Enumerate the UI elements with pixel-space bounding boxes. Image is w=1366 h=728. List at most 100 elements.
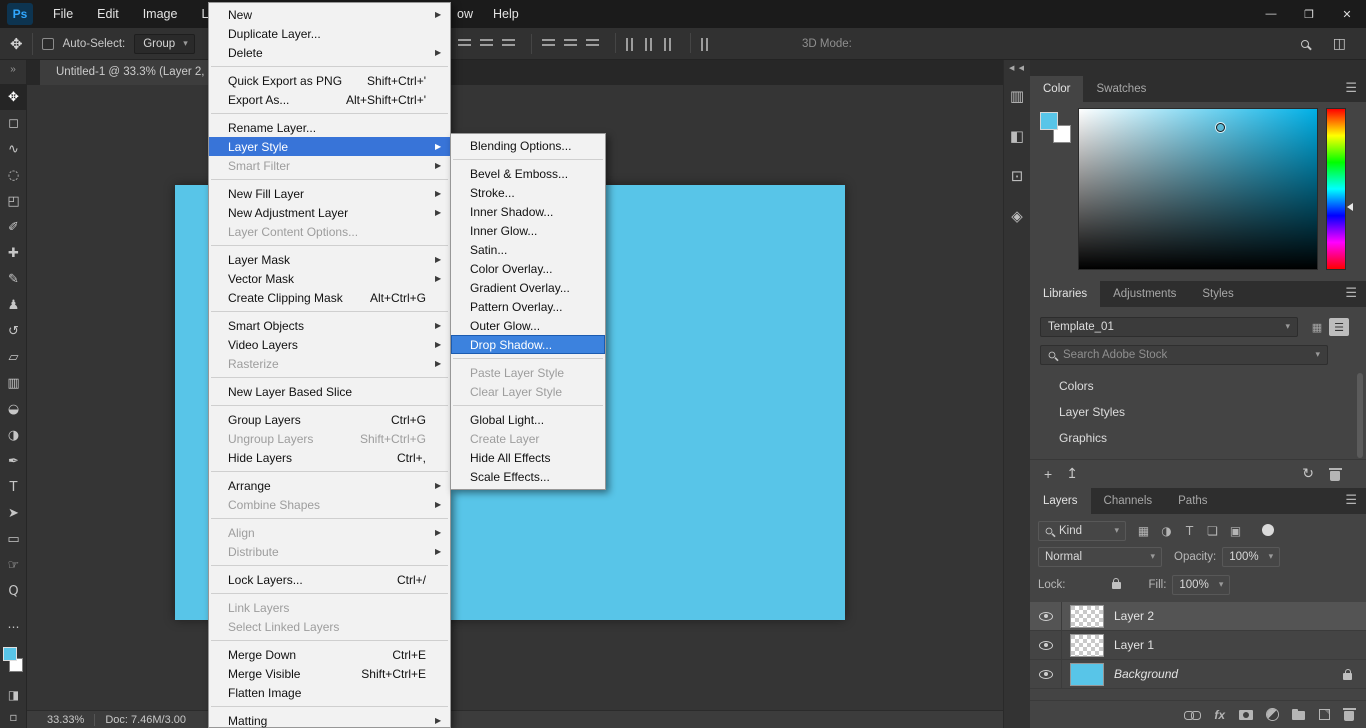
- align-top-icon[interactable]: [531, 34, 555, 54]
- menu-item[interactable]: Layer Mask ▶: [209, 250, 450, 269]
- rectangle-tool[interactable]: ▭: [0, 526, 27, 552]
- menu-item[interactable]: New Adjustment Layer ▶: [209, 203, 450, 222]
- menu-help[interactable]: Help: [483, 0, 529, 28]
- hue-slider[interactable]: [1326, 108, 1346, 270]
- panel-menu-icon[interactable]: ☰: [1345, 281, 1366, 307]
- document-tab[interactable]: Untitled-1 @ 33.3% (Layer 2, R: [40, 60, 232, 85]
- clone-stamp-tool[interactable]: ♟: [0, 292, 27, 318]
- menu-item[interactable]: Delete ▶: [209, 43, 450, 62]
- menu-item[interactable]: Smart Filter ▶: [209, 156, 450, 175]
- eraser-tool[interactable]: ▱: [0, 344, 27, 370]
- delete-layer-icon[interactable]: [1342, 708, 1356, 721]
- type-tool[interactable]: T: [0, 474, 27, 500]
- blur-tool[interactable]: ◒: [0, 396, 27, 422]
- color-picker-field[interactable]: [1078, 108, 1318, 270]
- align-vertical-center-icon[interactable]: [564, 39, 577, 49]
- menu-item[interactable]: Bevel & Emboss... ▶: [451, 164, 605, 183]
- foreground-color-swatch[interactable]: [1040, 112, 1058, 130]
- delete-icon[interactable]: [1328, 467, 1342, 481]
- distribute-top-icon[interactable]: [615, 32, 636, 53]
- add-layer-mask-icon[interactable]: [1239, 709, 1253, 720]
- menu-item[interactable]: Combine Shapes ▶: [209, 495, 450, 514]
- dodge-tool[interactable]: ◑: [0, 422, 27, 448]
- layer-thumbnail[interactable]: [1070, 604, 1104, 628]
- filtering-toggle[interactable]: [1262, 524, 1274, 536]
- menu-item[interactable]: Clear Layer Style ▶: [451, 382, 605, 401]
- layer-style-fx-button[interactable]: fx: [1214, 708, 1225, 722]
- path-selection-tool[interactable]: ➤: [0, 500, 27, 526]
- zoom-tool[interactable]: Q: [0, 578, 27, 604]
- add-item-icon[interactable]: +: [1044, 466, 1052, 482]
- menu-item[interactable]: New Fill Layer ▶: [209, 184, 450, 203]
- menu-item[interactable]: Paste Layer Style ▶: [451, 363, 605, 382]
- tab-styles[interactable]: Styles: [1189, 281, 1246, 307]
- menu-item[interactable]: Rename Layer... ▶: [209, 118, 450, 137]
- menu-item[interactable]: Create Clipping Mask Alt+Ctrl+G ▶: [209, 288, 450, 307]
- menu-item[interactable]: Arrange ▶: [209, 476, 450, 495]
- link-layers-icon[interactable]: [1184, 710, 1202, 720]
- menu-item[interactable]: Ungroup Layers Shift+Ctrl+G ▶: [209, 429, 450, 448]
- brush-tool[interactable]: ✎: [0, 266, 27, 292]
- Background[interactable]: Background: [1030, 659, 1366, 689]
- menu-item[interactable]: Group Layers Ctrl+G ▶: [209, 410, 450, 429]
- toolbar-collapse-icon[interactable]: »: [0, 60, 26, 78]
- menu-item[interactable]: Satin... ▶: [451, 240, 605, 259]
- histogram-panel-icon[interactable]: ▥: [1004, 76, 1030, 116]
- quick-mask-icon[interactable]: ◨: [0, 688, 27, 702]
- menu-item[interactable]: Link Layers ▶: [209, 598, 450, 617]
- menu-item[interactable]: Create Layer ▶: [451, 429, 605, 448]
- panel-menu-icon[interactable]: ☰: [1345, 488, 1366, 514]
- lock-all-icon[interactable]: [1111, 577, 1121, 589]
- search-input[interactable]: [1063, 349, 1309, 361]
- align-right-icon[interactable]: [502, 39, 515, 49]
- menu-item[interactable]: Lock Layers... Ctrl+/ ▶: [209, 570, 450, 589]
- section-graphics[interactable]: Graphics: [1030, 425, 1350, 451]
- menu-item[interactable]: Merge Visible Shift+Ctrl+E ▶: [209, 664, 450, 683]
- menu-item[interactable]: Align ▶: [209, 523, 450, 542]
- menu-item[interactable]: Blending Options... ▶: [451, 136, 605, 155]
- align-horizontal-center-icon[interactable]: [480, 39, 493, 49]
- menu-item[interactable]: Vector Mask ▶: [209, 269, 450, 288]
- layer-thumbnail[interactable]: [1070, 633, 1104, 657]
- filter-pixel-layers-icon[interactable]: ▦: [1132, 524, 1155, 538]
- history-brush-tool[interactable]: ↺: [0, 318, 27, 344]
- menu-item[interactable]: Layer Content Options... ▶: [209, 222, 450, 241]
- scrollbar-thumb[interactable]: [1357, 373, 1363, 458]
- move-tool[interactable]: ✥: [0, 84, 27, 110]
- visibility-toggle[interactable]: [1030, 659, 1062, 689]
- search-icon[interactable]: [1300, 39, 1309, 48]
- clone-source-panel-icon[interactable]: ⊡: [1004, 156, 1030, 196]
- distribute-gaps-icon[interactable]: [690, 32, 711, 53]
- foreground-color-swatch[interactable]: [3, 647, 17, 661]
- filter-shape-layers-icon[interactable]: ❏: [1201, 524, 1224, 538]
- tab-swatches[interactable]: Swatches: [1083, 76, 1159, 102]
- distribute-bottom-icon[interactable]: [664, 37, 674, 51]
- filter-smart-objects-icon[interactable]: ▣: [1224, 524, 1247, 538]
- tab-libraries[interactable]: Libraries: [1030, 281, 1101, 307]
- rectangular-marquee-tool[interactable]: ◻: [0, 110, 27, 136]
- menu-item[interactable]: Video Layers ▶: [209, 335, 450, 354]
- menu-item[interactable]: Drop Shadow... ▶: [451, 335, 605, 354]
- section-colors[interactable]: Colors: [1030, 373, 1350, 399]
- quick-selection-tool[interactable]: ◌: [0, 162, 27, 188]
- tab-adjustments[interactable]: Adjustments: [1100, 281, 1189, 307]
- eyedropper-tool[interactable]: ✐: [0, 214, 27, 240]
- menu-item[interactable]: New ▶: [209, 5, 450, 24]
- adjustment-layer-icon[interactable]: [1267, 709, 1278, 720]
- menu-item[interactable]: Gradient Overlay... ▶: [451, 278, 605, 297]
- healing-brush-tool[interactable]: ✚: [0, 240, 27, 266]
- restore-button[interactable]: ❐: [1290, 0, 1328, 28]
- blend-mode-dropdown[interactable]: Normal ▾: [1038, 547, 1162, 567]
- align-left-icon[interactable]: [458, 39, 471, 49]
- hand-tool[interactable]: ☞: [0, 552, 27, 578]
- menu-item[interactable]: Flatten Image ▶: [209, 683, 450, 702]
- menu-item[interactable]: Select Linked Layers ▶: [209, 617, 450, 636]
- grid-view-button[interactable]: ▦: [1307, 318, 1327, 336]
- adobe-stock-search[interactable]: ▾: [1040, 345, 1328, 365]
- filter-type-layers-icon[interactable]: T: [1178, 524, 1201, 538]
- menu-item[interactable]: Rasterize ▶: [209, 354, 450, 373]
- filter-adjustment-layers-icon[interactable]: ◑: [1155, 524, 1178, 538]
- opacity-field[interactable]: 100% ▾: [1222, 547, 1281, 567]
- scrollbar[interactable]: [1356, 373, 1364, 488]
- menu-item[interactable]: Stroke... ▶: [451, 183, 605, 202]
